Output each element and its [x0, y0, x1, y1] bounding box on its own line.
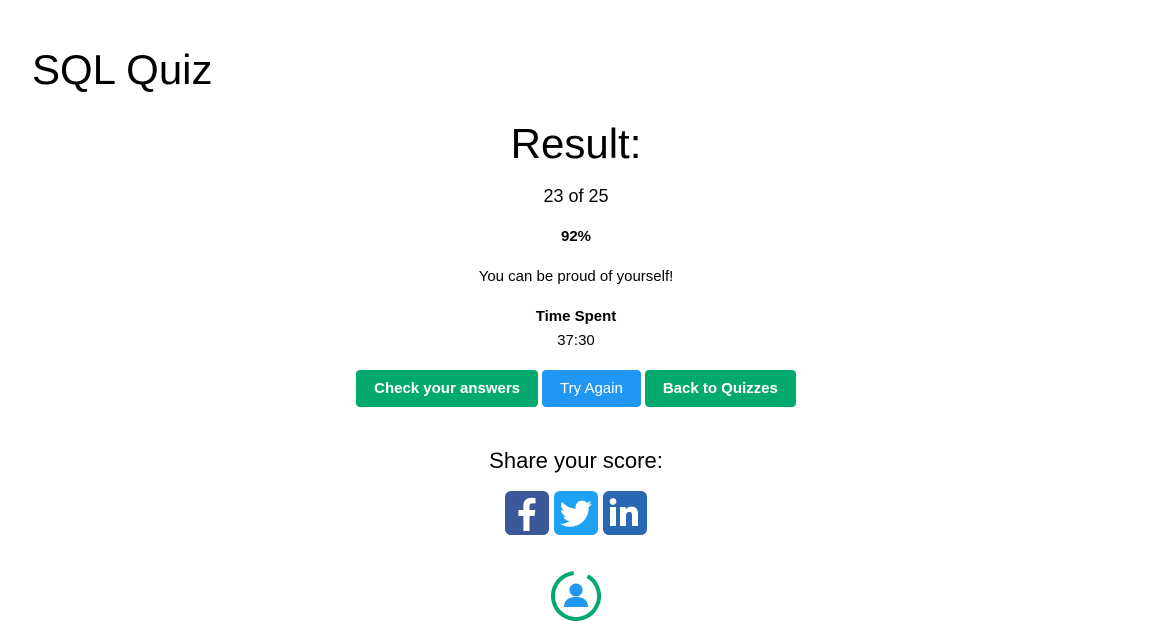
check-answers-button[interactable]: Check your answers — [356, 370, 539, 407]
result-heading: Result: — [510, 120, 642, 167]
result-message: You can be proud of yourself! — [478, 268, 674, 285]
try-again-button[interactable]: Try Again — [542, 370, 641, 407]
share-label: Share your score: — [489, 448, 663, 473]
user-avatar[interactable] — [0, 569, 1152, 623]
user-icon — [551, 571, 601, 621]
twitter-icon[interactable] — [554, 491, 598, 535]
time-spent-value: 37:30 — [557, 332, 595, 349]
page-title: SQL Quiz — [32, 46, 213, 93]
share-buttons — [0, 491, 1152, 535]
time-spent-label: Time Spent — [535, 308, 617, 325]
score-percent: 92% — [560, 228, 592, 245]
action-buttons: Check your answers Try Again Back to Qui… — [0, 370, 1152, 407]
score-text: 23 of 25 — [543, 186, 609, 206]
linkedin-icon[interactable] — [603, 491, 647, 535]
back-to-quizzes-button[interactable]: Back to Quizzes — [644, 370, 796, 407]
facebook-icon[interactable] — [505, 491, 549, 535]
result-panel: Result: 23 of 25 92% You can be proud of… — [0, 116, 1152, 623]
